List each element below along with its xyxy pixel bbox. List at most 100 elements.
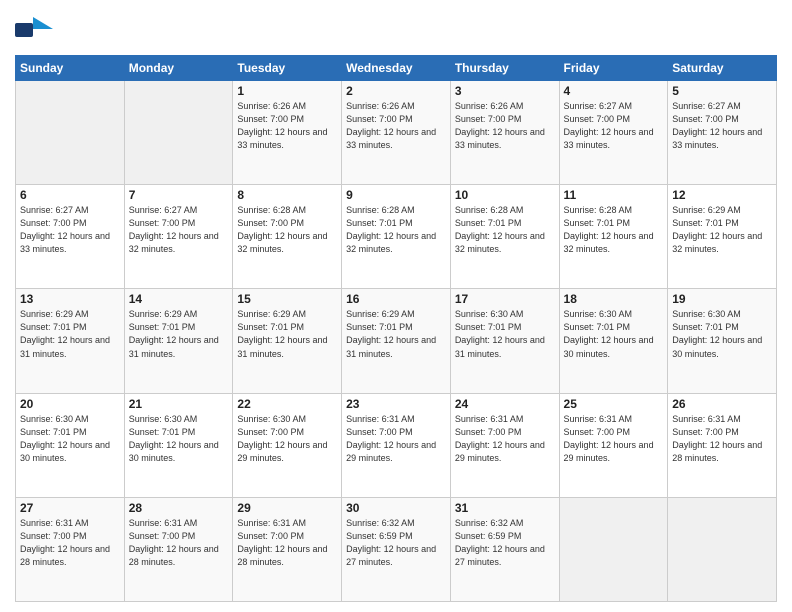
calendar-cell: 30 Sunrise: 6:32 AM Sunset: 6:59 PM Dayli… bbox=[342, 497, 451, 601]
day-number: 24 bbox=[455, 397, 555, 411]
day-number: 11 bbox=[564, 188, 664, 202]
day-info: Sunrise: 6:28 AM Sunset: 7:01 PM Dayligh… bbox=[564, 204, 664, 256]
day-number: 4 bbox=[564, 84, 664, 98]
calendar-week-row-4: 20Sunrise: 6:30 AM Sunset: 7:01 PM Dayli… bbox=[16, 393, 777, 497]
day-info: Sunrise: 6:27 AM Sunset: 7:00 PM Dayligh… bbox=[20, 204, 120, 256]
calendar-cell: 5 Sunrise: 6:27 AM Sunset: 7:00 PM Daylig… bbox=[668, 81, 777, 185]
day-info: Sunrise: 6:28 AM Sunset: 7:00 PM Dayligh… bbox=[237, 204, 337, 256]
day-info: Sunrise: 6:30 AM Sunset: 7:01 PM Dayligh… bbox=[564, 308, 664, 360]
weekday-header-tuesday: Tuesday bbox=[233, 56, 342, 81]
calendar-week-row-2: 6 Sunrise: 6:27 AM Sunset: 7:00 PM Daylig… bbox=[16, 185, 777, 289]
weekday-header-monday: Monday bbox=[124, 56, 233, 81]
day-number: 27 bbox=[20, 501, 120, 515]
calendar-cell: 26 Sunrise: 6:31 AM Sunset: 7:00 PM Dayli… bbox=[668, 393, 777, 497]
day-number: 14 bbox=[129, 292, 229, 306]
day-info: Sunrise: 6:27 AM Sunset: 7:00 PM Dayligh… bbox=[564, 100, 664, 152]
calendar-cell: 13 Sunrise: 6:29 AM Sunset: 7:01 PM Dayli… bbox=[16, 289, 125, 393]
weekday-header-wednesday: Wednesday bbox=[342, 56, 451, 81]
day-number: 13 bbox=[20, 292, 120, 306]
calendar-week-row-5: 27 Sunrise: 6:31 AM Sunset: 7:00 PM Dayli… bbox=[16, 497, 777, 601]
calendar-cell bbox=[559, 497, 668, 601]
day-info: Sunrise: 6:30 AM Sunset: 7:01 PM Dayligh… bbox=[455, 308, 555, 360]
calendar-cell: 22Sunrise: 6:30 AM Sunset: 7:00 PM Dayli… bbox=[233, 393, 342, 497]
day-info: Sunrise: 6:32 AM Sunset: 6:59 PM Dayligh… bbox=[455, 517, 555, 569]
calendar-cell: 15Sunrise: 6:29 AM Sunset: 7:01 PM Dayli… bbox=[233, 289, 342, 393]
day-number: 28 bbox=[129, 501, 229, 515]
day-info: Sunrise: 6:27 AM Sunset: 7:00 PM Dayligh… bbox=[672, 100, 772, 152]
day-info: Sunrise: 6:29 AM Sunset: 7:01 PM Dayligh… bbox=[672, 204, 772, 256]
calendar-cell: 25Sunrise: 6:31 AM Sunset: 7:00 PM Dayli… bbox=[559, 393, 668, 497]
day-info: Sunrise: 6:32 AM Sunset: 6:59 PM Dayligh… bbox=[346, 517, 446, 569]
calendar-cell: 1 Sunrise: 6:26 AM Sunset: 7:00 PM Daylig… bbox=[233, 81, 342, 185]
calendar-cell: 10 Sunrise: 6:28 AM Sunset: 7:01 PM Dayli… bbox=[450, 185, 559, 289]
day-number: 30 bbox=[346, 501, 446, 515]
day-info: Sunrise: 6:28 AM Sunset: 7:01 PM Dayligh… bbox=[346, 204, 446, 256]
day-info: Sunrise: 6:31 AM Sunset: 7:00 PM Dayligh… bbox=[564, 413, 664, 465]
calendar-week-row-3: 13 Sunrise: 6:29 AM Sunset: 7:01 PM Dayli… bbox=[16, 289, 777, 393]
calendar-cell: 23 Sunrise: 6:31 AM Sunset: 7:00 PM Dayli… bbox=[342, 393, 451, 497]
day-number: 23 bbox=[346, 397, 446, 411]
calendar-cell: 27 Sunrise: 6:31 AM Sunset: 7:00 PM Dayli… bbox=[16, 497, 125, 601]
calendar-cell: 14 Sunrise: 6:29 AM Sunset: 7:01 PM Dayli… bbox=[124, 289, 233, 393]
day-info: Sunrise: 6:31 AM Sunset: 7:00 PM Dayligh… bbox=[237, 517, 337, 569]
weekday-header-thursday: Thursday bbox=[450, 56, 559, 81]
day-info: Sunrise: 6:31 AM Sunset: 7:00 PM Dayligh… bbox=[346, 413, 446, 465]
calendar-cell bbox=[124, 81, 233, 185]
calendar-cell: 6 Sunrise: 6:27 AM Sunset: 7:00 PM Daylig… bbox=[16, 185, 125, 289]
day-info: Sunrise: 6:30 AM Sunset: 7:01 PM Dayligh… bbox=[129, 413, 229, 465]
header bbox=[15, 15, 777, 45]
day-number: 22 bbox=[237, 397, 337, 411]
day-number: 6 bbox=[20, 188, 120, 202]
day-number: 9 bbox=[346, 188, 446, 202]
day-info: Sunrise: 6:30 AM Sunset: 7:01 PM Dayligh… bbox=[20, 413, 120, 465]
logo-icon bbox=[15, 15, 53, 45]
day-number: 10 bbox=[455, 188, 555, 202]
day-number: 7 bbox=[129, 188, 229, 202]
day-info: Sunrise: 6:26 AM Sunset: 7:00 PM Dayligh… bbox=[455, 100, 555, 152]
weekday-header-saturday: Saturday bbox=[668, 56, 777, 81]
day-info: Sunrise: 6:27 AM Sunset: 7:00 PM Dayligh… bbox=[129, 204, 229, 256]
day-info: Sunrise: 6:31 AM Sunset: 7:00 PM Dayligh… bbox=[129, 517, 229, 569]
calendar-cell: 20Sunrise: 6:30 AM Sunset: 7:01 PM Dayli… bbox=[16, 393, 125, 497]
calendar-week-row-1: 1 Sunrise: 6:26 AM Sunset: 7:00 PM Daylig… bbox=[16, 81, 777, 185]
day-number: 1 bbox=[237, 84, 337, 98]
day-info: Sunrise: 6:31 AM Sunset: 7:00 PM Dayligh… bbox=[672, 413, 772, 465]
day-info: Sunrise: 6:26 AM Sunset: 7:00 PM Dayligh… bbox=[237, 100, 337, 152]
day-number: 19 bbox=[672, 292, 772, 306]
day-number: 16 bbox=[346, 292, 446, 306]
weekday-header-sunday: Sunday bbox=[16, 56, 125, 81]
day-info: Sunrise: 6:31 AM Sunset: 7:00 PM Dayligh… bbox=[20, 517, 120, 569]
page: SundayMondayTuesdayWednesdayThursdayFrid… bbox=[0, 0, 792, 612]
day-number: 8 bbox=[237, 188, 337, 202]
day-info: Sunrise: 6:28 AM Sunset: 7:01 PM Dayligh… bbox=[455, 204, 555, 256]
calendar-cell: 16 Sunrise: 6:29 AM Sunset: 7:01 PM Dayli… bbox=[342, 289, 451, 393]
calendar-cell: 7 Sunrise: 6:27 AM Sunset: 7:00 PM Daylig… bbox=[124, 185, 233, 289]
calendar-cell: 18 Sunrise: 6:30 AM Sunset: 7:01 PM Dayli… bbox=[559, 289, 668, 393]
calendar-cell bbox=[16, 81, 125, 185]
day-info: Sunrise: 6:26 AM Sunset: 7:00 PM Dayligh… bbox=[346, 100, 446, 152]
day-number: 18 bbox=[564, 292, 664, 306]
day-info: Sunrise: 6:29 AM Sunset: 7:01 PM Dayligh… bbox=[129, 308, 229, 360]
day-info: Sunrise: 6:29 AM Sunset: 7:01 PM Dayligh… bbox=[20, 308, 120, 360]
calendar-cell: 3Sunrise: 6:26 AM Sunset: 7:00 PM Daylig… bbox=[450, 81, 559, 185]
day-info: Sunrise: 6:29 AM Sunset: 7:01 PM Dayligh… bbox=[237, 308, 337, 360]
calendar-cell: 17 Sunrise: 6:30 AM Sunset: 7:01 PM Dayli… bbox=[450, 289, 559, 393]
calendar-cell: 11 Sunrise: 6:28 AM Sunset: 7:01 PM Dayli… bbox=[559, 185, 668, 289]
weekday-header-friday: Friday bbox=[559, 56, 668, 81]
day-number: 2 bbox=[346, 84, 446, 98]
calendar-header-row: SundayMondayTuesdayWednesdayThursdayFrid… bbox=[16, 56, 777, 81]
day-info: Sunrise: 6:31 AM Sunset: 7:00 PM Dayligh… bbox=[455, 413, 555, 465]
day-number: 31 bbox=[455, 501, 555, 515]
calendar-cell: 28 Sunrise: 6:31 AM Sunset: 7:00 PM Dayli… bbox=[124, 497, 233, 601]
calendar-cell: 4 Sunrise: 6:27 AM Sunset: 7:00 PM Daylig… bbox=[559, 81, 668, 185]
day-number: 5 bbox=[672, 84, 772, 98]
day-info: Sunrise: 6:29 AM Sunset: 7:01 PM Dayligh… bbox=[346, 308, 446, 360]
day-number: 21 bbox=[129, 397, 229, 411]
calendar-cell: 2 Sunrise: 6:26 AM Sunset: 7:00 PM Daylig… bbox=[342, 81, 451, 185]
day-number: 17 bbox=[455, 292, 555, 306]
day-info: Sunrise: 6:30 AM Sunset: 7:01 PM Dayligh… bbox=[672, 308, 772, 360]
day-number: 26 bbox=[672, 397, 772, 411]
calendar-cell bbox=[668, 497, 777, 601]
day-number: 12 bbox=[672, 188, 772, 202]
calendar-cell: 19 Sunrise: 6:30 AM Sunset: 7:01 PM Dayli… bbox=[668, 289, 777, 393]
